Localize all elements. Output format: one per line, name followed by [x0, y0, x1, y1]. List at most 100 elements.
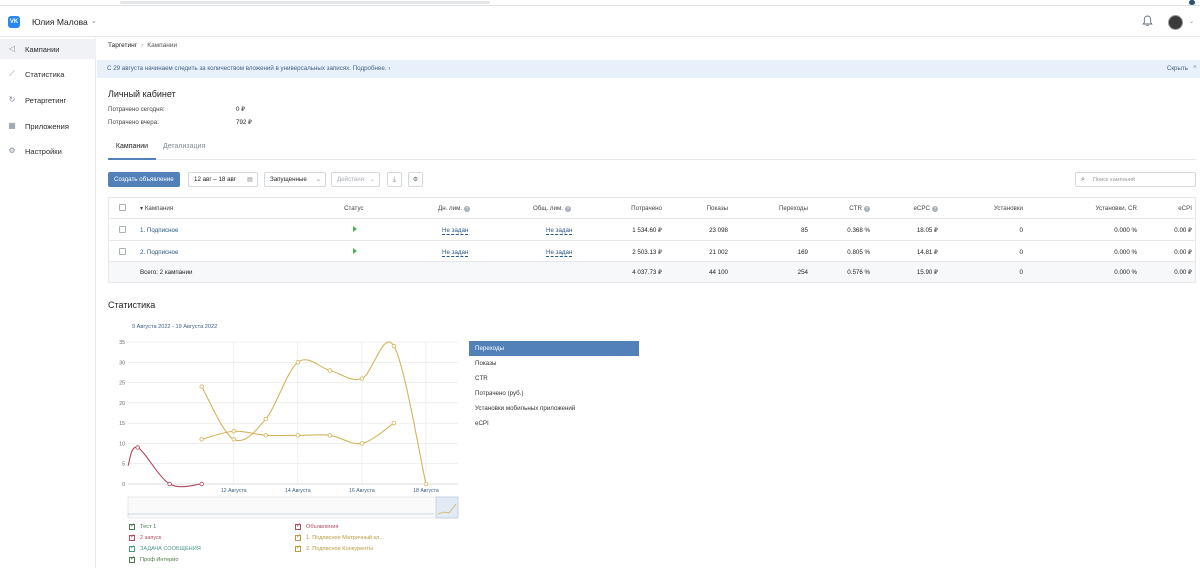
total-limit-value[interactable]: Не задан — [546, 227, 573, 235]
bell-icon[interactable] — [1142, 15, 1153, 27]
header-total-limit[interactable]: Общ. лим.? — [533, 205, 571, 212]
chevron-down-icon[interactable]: ⌄ — [1189, 18, 1194, 25]
header-day-limit[interactable]: Дн. лим.? — [438, 205, 471, 212]
data-point — [199, 384, 204, 389]
ctr-value: 0.368 % — [847, 227, 870, 234]
sidebar-item-campaigns[interactable]: ◁ Кампании — [0, 39, 96, 59]
breadcrumb-root[interactable]: Таргетинг — [108, 42, 137, 49]
clicks-value: 169 — [797, 249, 808, 256]
legend-checkbox[interactable] — [129, 533, 135, 542]
spent-yesterday-value: 792 ₽ — [236, 119, 252, 126]
header-status[interactable]: Статус — [344, 205, 364, 212]
total-installs-cr: 0.000 % — [1114, 269, 1137, 276]
sidebar-item-statistics[interactable]: ⟋ Статистика — [0, 64, 96, 84]
total-label: Всего: 2 кампании — [140, 269, 193, 276]
retarget-icon: ↻ — [8, 95, 16, 104]
series-line — [127, 446, 202, 488]
info-banner-text[interactable]: С 29 августа начинаем следить за количес… — [107, 65, 390, 72]
help-icon[interactable]: ? — [464, 206, 471, 212]
table-header: ▾ Кампания Статус Дн. лим.? Общ. лим.? П… — [109, 198, 1195, 219]
day-limit-value[interactable]: Не задан — [442, 249, 469, 257]
vk-logo-icon[interactable]: VK — [8, 16, 20, 28]
header-campaign-label: Кампания — [144, 205, 174, 212]
y-tick-label: 0 — [122, 482, 125, 488]
metric-option-ctr[interactable]: CTR — [469, 371, 639, 386]
header-total-limit-label: Общ. лим. — [533, 205, 563, 212]
data-point — [359, 441, 365, 446]
y-tick-label: 35 — [119, 340, 125, 346]
header-clicks[interactable]: Переходы — [749, 205, 808, 212]
header-ecpi[interactable]: eCPI — [1149, 205, 1192, 212]
megaphone-icon: ◁ — [8, 44, 16, 53]
tab-campaigns[interactable]: Кампании — [108, 143, 156, 160]
header-ctr[interactable]: CTR? — [809, 205, 870, 212]
search-input[interactable]: ⌕ Поиск кампаний — [1075, 172, 1196, 187]
status-filter-select[interactable]: Запущенные ⌄ — [264, 172, 326, 187]
y-tick-label: 30 — [119, 360, 125, 366]
hide-banner-button[interactable]: Скрыть — [1167, 65, 1188, 72]
header-installs[interactable]: Установки — [964, 205, 1023, 212]
close-icon[interactable]: × — [1193, 64, 1197, 71]
sidebar-item-settings[interactable]: ⚙ Настройки — [0, 141, 96, 161]
chevron-down-icon: ⌄ — [369, 176, 375, 183]
search-placeholder: Поиск кампаний — [1093, 177, 1136, 183]
legend-checkbox[interactable] — [129, 544, 135, 553]
sidebar-item-apps[interactable]: ▦ Приложения — [0, 116, 96, 136]
ctr-value: 0.805 % — [847, 249, 870, 256]
tab-details[interactable]: Детализация — [163, 143, 205, 160]
installs-value: 0 — [1019, 249, 1023, 256]
legend-checkbox[interactable] — [295, 533, 301, 542]
day-limit-value[interactable]: Не задан — [442, 227, 469, 235]
help-icon[interactable]: ? — [564, 206, 571, 212]
total-impressions: 44 100 — [709, 269, 728, 276]
metric-option-ecpi[interactable]: eCPI — [469, 416, 639, 431]
campaign-name-link[interactable]: 2. Подписное — [140, 249, 178, 256]
help-icon[interactable]: ? — [864, 206, 870, 212]
row-checkbox[interactable] — [119, 248, 126, 255]
select-all-checkbox[interactable] — [119, 204, 126, 211]
table-row[interactable]: 2. Подписное Не задан Не задан 2 503.13 … — [109, 241, 1195, 262]
impressions-value: 21 002 — [709, 249, 728, 256]
sidebar-item-retargeting[interactable]: ↻ Ретаргетинг — [0, 90, 96, 110]
download-icon[interactable]: ⤓ — [387, 172, 402, 187]
spent-today-label: Потрачено сегодня: — [108, 106, 165, 113]
row-checkbox[interactable] — [119, 226, 126, 233]
metric-option-impressions[interactable]: Показы — [469, 356, 639, 371]
account-switcher[interactable]: Юлия Малова — [32, 17, 88, 27]
metric-option-spent[interactable]: Потрачено (руб.) — [469, 386, 639, 401]
legend-checkbox[interactable] — [295, 522, 301, 531]
header-spent[interactable]: Потрачено — [579, 205, 662, 212]
metric-option-clicks[interactable]: Переходы — [469, 341, 639, 356]
chevron-down-icon[interactable]: ⌄ — [91, 17, 97, 25]
legend-checkbox[interactable] — [129, 555, 135, 564]
gear-icon[interactable]: ⚙ — [408, 172, 423, 187]
data-point — [391, 343, 397, 349]
address-bar[interactable] — [120, 1, 490, 4]
header-installs-cr[interactable]: Установки, CR — [1049, 205, 1138, 212]
header-ecpc[interactable]: eCPC? — [879, 205, 938, 212]
header-impressions[interactable]: Показы — [669, 205, 728, 212]
total-limit-value[interactable]: Не задан — [546, 249, 573, 257]
cabinet-title: Личный кабинет — [108, 89, 176, 99]
legend-checkbox[interactable] — [129, 522, 135, 531]
ecpc-value: 14.81 ₽ — [916, 249, 938, 256]
metric-option-app-installs[interactable]: Установки мобильных приложений — [469, 401, 639, 416]
legend-checkbox[interactable] — [295, 544, 301, 553]
profile-icon[interactable] — [1189, 0, 1195, 5]
create-ad-button[interactable]: Создать объявление — [108, 172, 180, 187]
avatar[interactable] — [1168, 15, 1183, 30]
data-point — [231, 437, 236, 442]
spent-value: 1 534.60 ₽ — [632, 227, 662, 234]
header-campaign[interactable]: ▾ Кампания — [140, 205, 173, 212]
data-point — [359, 376, 365, 381]
play-status-icon — [353, 226, 357, 232]
help-icon[interactable]: ? — [932, 206, 938, 212]
legend-label: Объявления — [306, 524, 339, 530]
campaign-name-link[interactable]: 1. Подписное — [140, 227, 178, 234]
actions-dropdown[interactable]: Действия ⌄ — [331, 172, 380, 187]
campaigns-table: ▾ Кампания Статус Дн. лим.? Общ. лим.? П… — [108, 197, 1196, 283]
ecpc-value: 18.05 ₽ — [916, 227, 938, 234]
sidebar-item-label: Ретаргетинг — [25, 96, 67, 105]
table-row[interactable]: 1. Подписное Не задан Не задан 1 534.60 … — [109, 219, 1195, 241]
date-range-picker[interactable]: 12 авг – 18 авг ▤ — [188, 172, 258, 187]
